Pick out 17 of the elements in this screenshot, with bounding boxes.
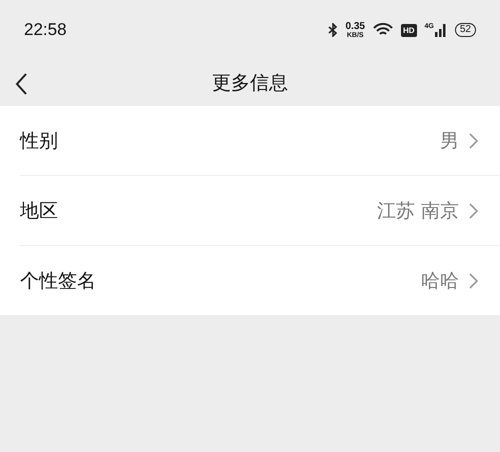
hd-badge: HD xyxy=(400,24,417,36)
row-label[interactable]: 性别 xyxy=(20,128,440,154)
status-time: 22:58 xyxy=(24,20,67,40)
back-icon[interactable] xyxy=(14,72,28,96)
bluetooth-icon xyxy=(328,23,338,37)
signal-icon xyxy=(434,23,447,37)
row-label[interactable]: 个性签名 xyxy=(20,268,421,294)
row-value: 哈哈 xyxy=(421,268,459,294)
chevron-icon xyxy=(469,132,478,148)
row-label[interactable]: 地区 xyxy=(20,198,377,224)
page-title: 更多信息 xyxy=(212,71,288,96)
wifi-icon xyxy=(372,23,393,37)
row-value: 男 xyxy=(440,128,459,154)
chevron-icon xyxy=(469,202,478,218)
chevron-icon xyxy=(469,272,478,288)
row-value: 江苏 南京 xyxy=(376,198,459,224)
battery-level: 52 xyxy=(454,23,476,37)
